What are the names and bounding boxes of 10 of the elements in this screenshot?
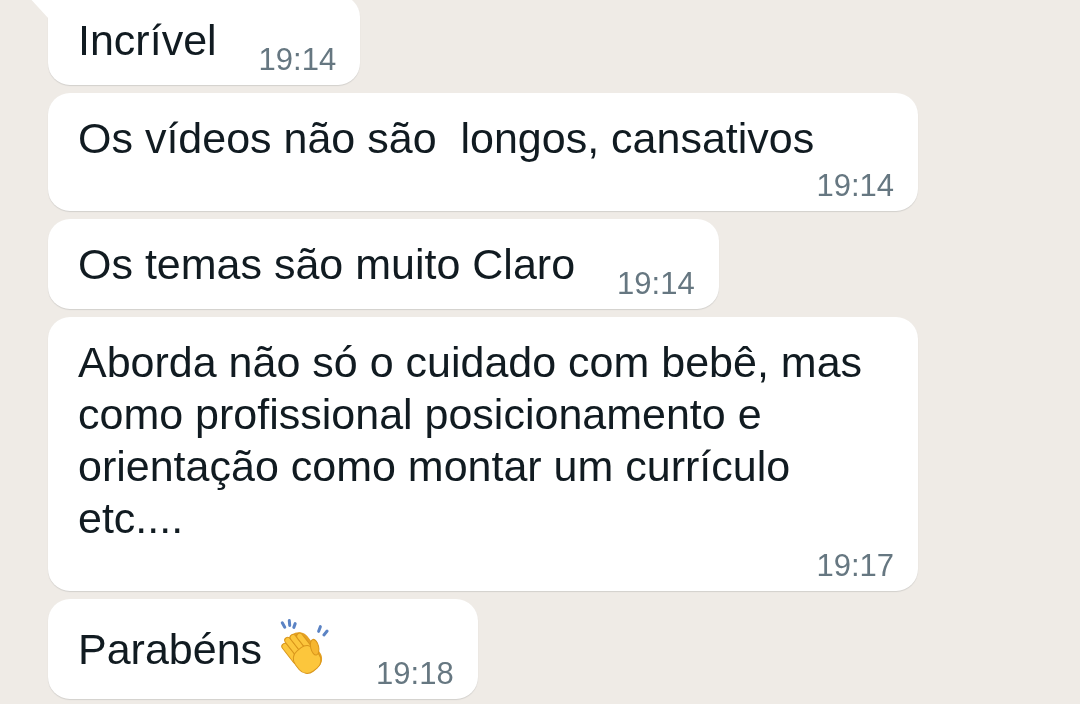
message-text: Os temas são muito Claro	[78, 240, 576, 288]
message-text: Aborda não só o cuidado com bebê, mas como profissional posicionamento e orientação como montar um currículo etc....	[78, 338, 864, 542]
message-time: 19:14	[816, 168, 894, 204]
message-time: 19:14	[617, 266, 695, 302]
message-time: 19:17	[816, 548, 894, 584]
message-text: Incrível	[78, 16, 217, 64]
message-time: 19:18	[376, 656, 454, 692]
message-text: Os vídeos não são longos, cansativos	[78, 114, 815, 162]
message-time: 19:14	[258, 42, 337, 78]
message-text: Parabéns	[78, 625, 263, 673]
